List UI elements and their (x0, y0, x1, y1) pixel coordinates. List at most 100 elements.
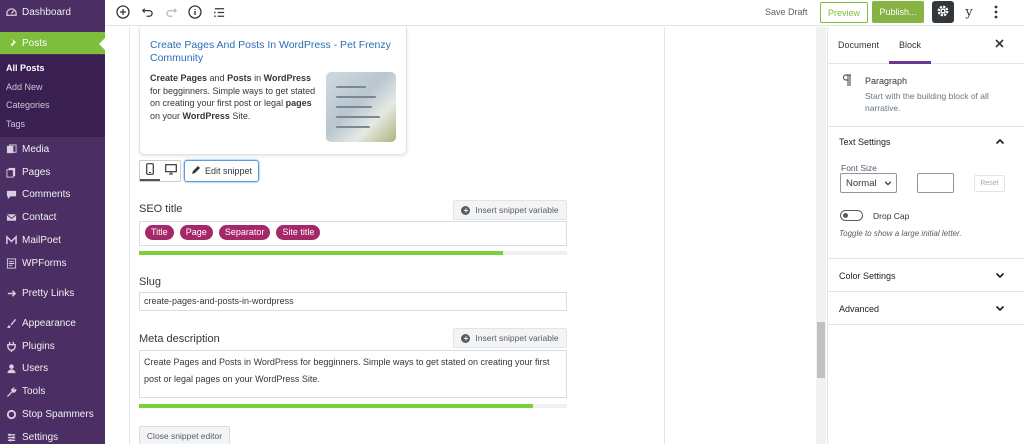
drop-cap-toggle[interactable] (840, 210, 863, 221)
font-size-label: Font Size (841, 163, 877, 173)
publish-button[interactable]: Publish... (872, 1, 924, 23)
submenu-categories[interactable]: Categories (6, 100, 50, 110)
mobile-preview-toggle[interactable] (140, 161, 160, 181)
preview-button[interactable]: Preview (820, 2, 868, 23)
menu-item-pages[interactable]: Pages (0, 161, 105, 183)
plug-icon (5, 340, 17, 352)
menu-item-comments[interactable]: Comments (0, 183, 105, 205)
comments-icon (5, 188, 17, 200)
block-navigation-icon[interactable] (210, 3, 228, 21)
snippet-variable-pill[interactable]: Site title (276, 225, 321, 240)
menu-item-contact[interactable]: Contact (0, 206, 105, 228)
tab-document[interactable]: Document (838, 40, 879, 50)
menu-label-appearance: Appearance (22, 317, 76, 329)
paragraph-icon (842, 74, 852, 90)
pencil-icon (191, 165, 201, 178)
mobile-icon (146, 162, 154, 178)
menu-label-posts: Posts (22, 37, 48, 49)
desktop-icon (165, 164, 177, 178)
snippet-preview-title[interactable]: Create Pages And Posts In WordPress - Pe… (150, 39, 402, 65)
pages-icon (5, 166, 17, 178)
font-size-select[interactable]: Normal (840, 173, 897, 193)
menu-item-media[interactable]: Media (0, 138, 105, 160)
redo-icon[interactable] (162, 3, 180, 21)
custom-font-size-input[interactable] (917, 173, 954, 193)
column-divider (664, 27, 665, 444)
yoast-icon[interactable]: y (961, 4, 977, 20)
menu-item-stop-spammers[interactable]: Stop Spammers (0, 403, 105, 425)
menu-label-stop-spammers: Stop Spammers (22, 408, 94, 420)
edit-snippet-button[interactable]: Edit snippet (184, 160, 259, 182)
block-card: Paragraph Start with the building block … (828, 64, 1024, 127)
plus-circle-icon: + (461, 205, 471, 215)
menu-label-tools: Tools (22, 385, 46, 397)
settings-toggle-button[interactable] (932, 1, 954, 23)
snippet-variable-pill[interactable]: Page (179, 225, 213, 240)
advanced-panel[interactable]: Advanced (828, 292, 1024, 325)
chevron-up-icon[interactable] (995, 137, 1005, 147)
color-settings-title[interactable]: Color Settings (839, 271, 896, 281)
submenu-all-posts[interactable]: All Posts (6, 63, 45, 73)
meta-description-label: Meta description (139, 333, 220, 345)
close-snippet-editor-button[interactable]: Close snippet editor (139, 426, 230, 444)
chevron-down-icon (884, 179, 892, 190)
submenu-add-new[interactable]: Add New (6, 82, 43, 92)
menu-label-comments: Comments (22, 188, 71, 200)
chevron-down-icon[interactable] (995, 303, 1005, 313)
scrollbar-thumb[interactable] (817, 322, 825, 378)
menu-item-wpforms[interactable]: WPForms (0, 252, 105, 274)
text-settings-title[interactable]: Text Settings (839, 137, 891, 147)
edit-snippet-label: Edit snippet (204, 166, 253, 176)
sidebar-tabs: Document Block (828, 27, 1024, 64)
reset-button[interactable]: Reset (974, 175, 1005, 192)
undo-icon[interactable] (138, 3, 156, 21)
menu-label-dashboard: Dashboard (22, 6, 71, 18)
editor-scrollbar[interactable] (816, 27, 826, 444)
admin-menu: Dashboard Posts All Posts Add New Catego… (0, 0, 105, 444)
meta-description-input[interactable]: Create Pages and Posts in WordPress for … (139, 350, 567, 398)
menu-item-posts[interactable]: Posts (0, 32, 105, 54)
menu-item-settings[interactable]: Settings (0, 426, 105, 444)
seo-title-length-progress (139, 251, 567, 255)
submenu-tags[interactable]: Tags (6, 119, 25, 129)
snippet-preview-thumbnail (326, 72, 396, 142)
add-block-icon[interactable] (114, 3, 132, 21)
menu-item-pretty-links[interactable]: Pretty Links (0, 282, 105, 304)
block-name: Paragraph (865, 76, 908, 86)
menu-item-plugins[interactable]: Plugins (0, 335, 105, 357)
advanced-title[interactable]: Advanced (839, 304, 879, 314)
insert-variable-label: Insert snippet variable (475, 333, 559, 343)
save-draft-button[interactable]: Save Draft (765, 7, 808, 17)
brush-icon (5, 317, 17, 329)
drop-cap-label: Drop Cap (873, 211, 910, 221)
pin-icon (5, 37, 17, 49)
snippet-variable-pill[interactable]: Title (145, 225, 174, 240)
settings-icon (5, 431, 17, 443)
block-description: Start with the building block of all nar… (865, 91, 989, 113)
desktop-preview-toggle[interactable] (161, 161, 181, 181)
color-settings-panel[interactable]: Color Settings (828, 259, 1024, 292)
menu-item-mailpoet[interactable]: MailPoet (0, 229, 105, 251)
menu-label-pages: Pages (22, 166, 51, 178)
menu-label-media: Media (22, 143, 50, 155)
seo-title-insert-variable-button[interactable]: + Insert snippet variable (453, 200, 567, 220)
menu-item-tools[interactable]: Tools (0, 380, 105, 402)
snippet-preview-description: Create Pages and Posts in WordPress for … (150, 73, 316, 121)
snippet-variable-pill[interactable]: Separator (218, 225, 271, 240)
wpforms-icon (5, 257, 17, 269)
chevron-down-icon[interactable] (995, 270, 1005, 280)
tab-block[interactable]: Block (899, 40, 921, 50)
more-options-icon[interactable] (989, 3, 1003, 21)
meta-description-insert-variable-button[interactable]: + Insert snippet variable (453, 328, 567, 348)
info-icon[interactable] (186, 3, 204, 21)
wrench-icon (5, 385, 17, 397)
seo-title-input[interactable]: Title Page Separator Site title (139, 221, 567, 246)
slug-input[interactable]: create-pages-and-posts-in-wordpress (139, 292, 567, 311)
close-icon[interactable] (995, 39, 1004, 51)
meta-description-length-progress (139, 404, 567, 408)
menu-item-dashboard[interactable]: Dashboard (0, 1, 105, 23)
settings-sidebar: Document Block Paragraph Start with the … (827, 27, 1024, 444)
menu-item-appearance[interactable]: Appearance (0, 312, 105, 334)
menu-item-users[interactable]: Users (0, 357, 105, 379)
users-icon (5, 362, 17, 374)
